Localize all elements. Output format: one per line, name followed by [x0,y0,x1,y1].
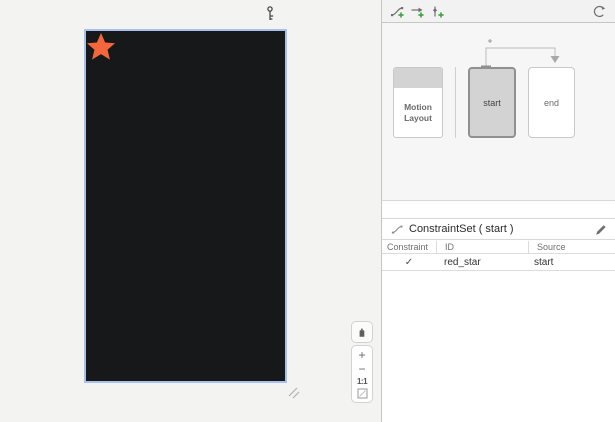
motion-layout-node-header [394,68,442,88]
add-keyframe-icon[interactable] [430,4,445,19]
constraintset-end-label: end [544,98,559,108]
table-row-red-star[interactable]: ✓ red_star start [382,254,615,271]
cycle-layout-icon[interactable] [592,4,607,19]
column-header-id: ID [436,241,528,253]
motion-layout-label: Motion Layout [394,88,442,137]
row-source-cell: start [528,257,615,268]
zoom-controls: + − 1:1 [351,345,373,403]
constraintset-table-header: Constraint ID Source [382,241,615,254]
row-id-cell: red_star [436,257,528,268]
pan-hand-icon [356,326,368,338]
edit-constraintset-button[interactable] [593,222,607,236]
column-header-constraint: Constraint [382,242,436,252]
design-surface: + − 1:1 [0,0,381,422]
red-star-component[interactable] [84,31,118,63]
motion-layout-node[interactable]: Motion Layout [393,67,443,138]
resize-handle-icon[interactable] [286,385,300,399]
constraintset-panel-title: ConstraintSet ( start ) [409,223,514,235]
device-canvas[interactable] [84,29,287,383]
column-header-source: Source [528,241,615,253]
constraintset-start-label: start [483,98,501,108]
constraint-checkmark: ✓ [382,257,436,268]
pan-button[interactable] [351,321,373,343]
constraintset-icon [391,223,404,236]
pencil-icon [594,223,607,236]
constraintset-panel-header: ConstraintSet ( start ) [382,218,615,240]
key-icon[interactable] [263,5,277,23]
constraintset-table: Constraint ID Source ✓ red_star start [382,241,615,271]
zoom-to-fit-icon[interactable] [357,388,368,399]
add-constraintset-icon[interactable] [390,4,405,19]
zoom-out-button[interactable]: − [358,363,365,375]
constraintset-node-start[interactable]: start [468,67,516,138]
overview-divider [455,67,456,138]
motion-editor-panel: Motion Layout start end ConstraintSet ( … [381,0,615,422]
constraintset-node-end[interactable]: end [528,67,575,138]
zoom-in-button[interactable]: + [358,349,365,361]
zoom-reset-button[interactable]: 1:1 [357,378,367,386]
motion-overview: Motion Layout start end [382,23,615,201]
motion-editor-toolbar [382,0,615,23]
add-transition-icon[interactable] [410,4,425,19]
